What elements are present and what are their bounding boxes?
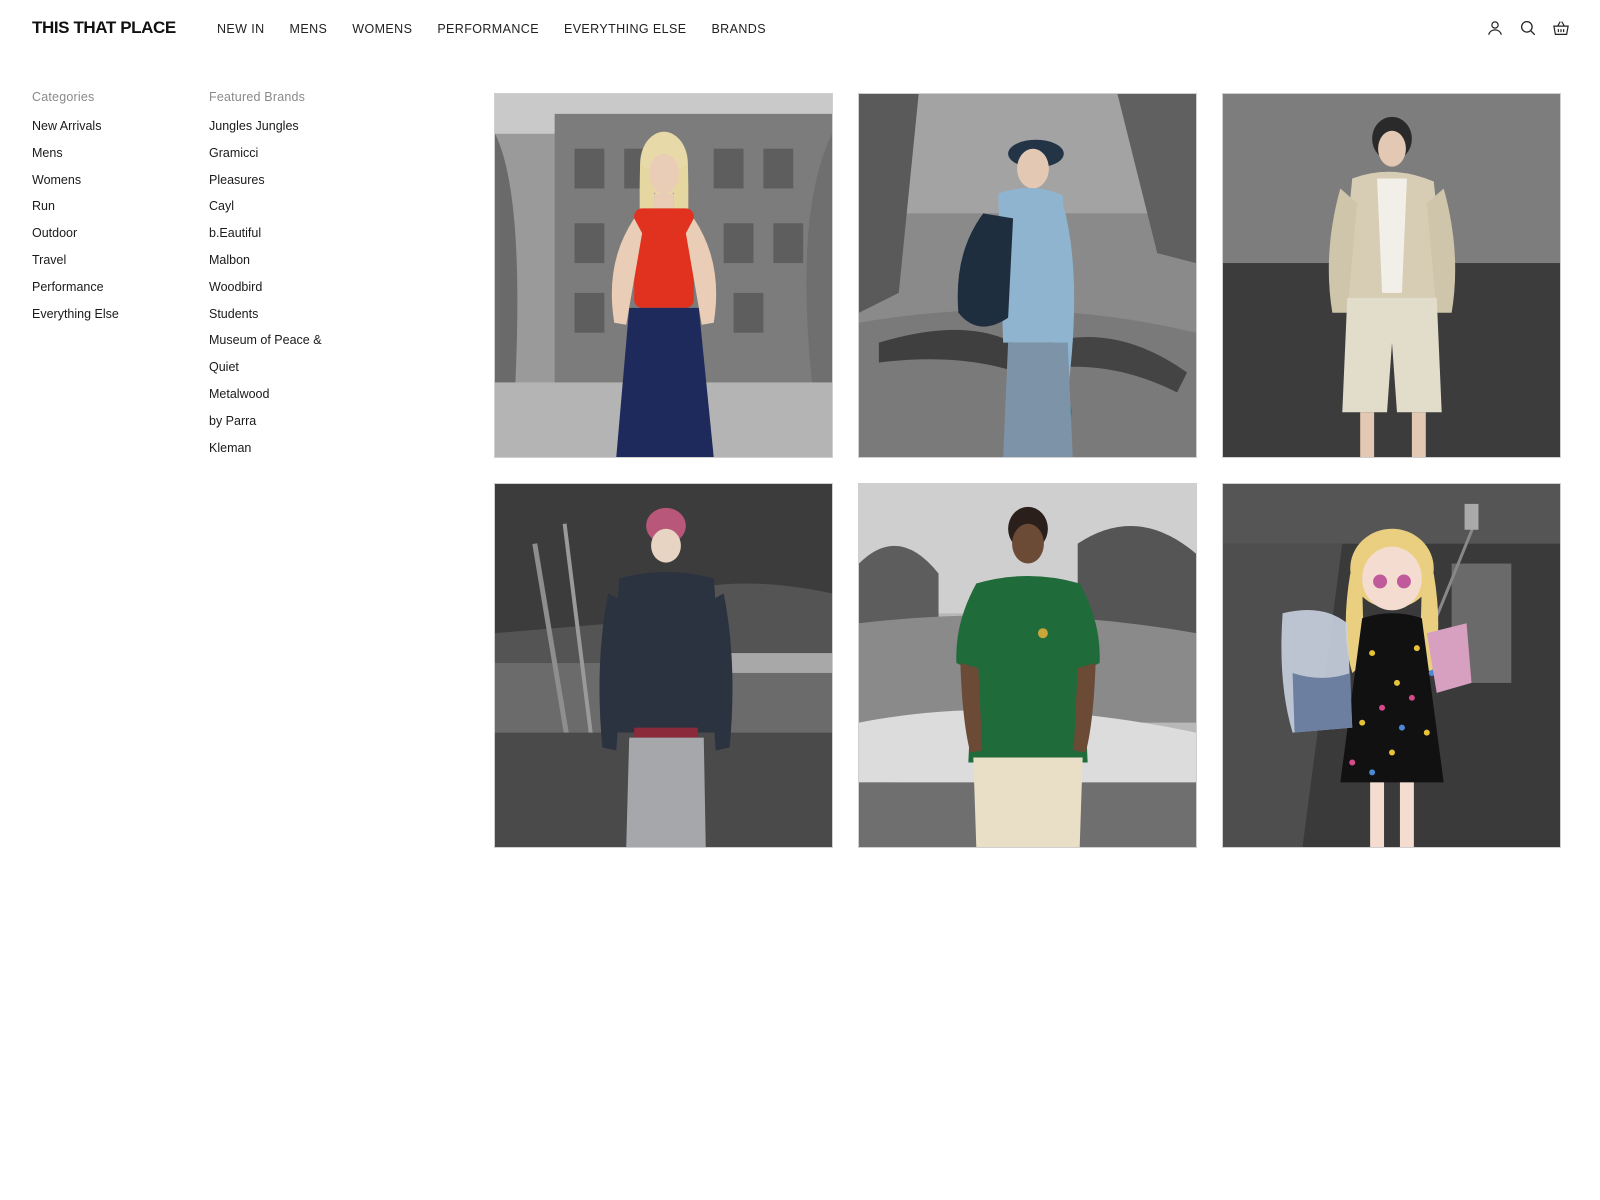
featured-image-tile[interactable] xyxy=(1222,483,1561,848)
brand-link[interactable]: Museum of Peace & xyxy=(209,333,409,360)
nav-everything-else[interactable]: EVERYTHING ELSE xyxy=(564,22,686,36)
category-link[interactable]: Everything Else xyxy=(32,307,192,334)
featured-image-tile[interactable] xyxy=(1222,93,1561,458)
brand-link[interactable]: Quiet xyxy=(209,360,409,387)
category-link[interactable]: New Arrivals xyxy=(32,119,192,146)
featured-brands-column: Featured Brands Jungles Jungles Gramicci… xyxy=(209,90,409,467)
brand-link[interactable]: by Parra xyxy=(209,414,409,441)
featured-image-tile[interactable] xyxy=(858,93,1197,458)
featured-image-tile[interactable] xyxy=(494,483,833,848)
brand-link[interactable]: Students xyxy=(209,307,409,334)
site-logo[interactable]: THIS THAT PLACE xyxy=(32,18,176,38)
featured-image-tile[interactable] xyxy=(858,483,1197,848)
brand-link[interactable]: Metalwood xyxy=(209,387,409,414)
featured-image-grid xyxy=(494,93,1561,848)
nav-brands[interactable]: BRANDS xyxy=(711,22,766,36)
category-link[interactable]: Run xyxy=(32,199,192,226)
category-link[interactable]: Performance xyxy=(32,280,192,307)
category-link[interactable]: Outdoor xyxy=(32,226,192,253)
main-nav: NEW IN MENS WOMENS PERFORMANCE EVERYTHIN… xyxy=(217,22,791,36)
brand-link[interactable]: Malbon xyxy=(209,253,409,280)
category-link[interactable]: Travel xyxy=(32,253,192,280)
nav-performance[interactable]: PERFORMANCE xyxy=(437,22,539,36)
brand-link[interactable]: Woodbird xyxy=(209,280,409,307)
basket-icon[interactable] xyxy=(1552,19,1570,37)
page: THIS THAT PLACE NEW IN MENS WOMENS PERFO… xyxy=(0,0,1600,1200)
nav-new-in[interactable]: NEW IN xyxy=(217,22,265,36)
header-icons xyxy=(1486,19,1570,37)
categories-list: New Arrivals Mens Womens Run Outdoor Tra… xyxy=(32,119,192,333)
search-icon[interactable] xyxy=(1519,19,1537,37)
brand-link[interactable]: Kleman xyxy=(209,441,409,468)
featured-image-tile[interactable] xyxy=(494,93,833,458)
category-link[interactable]: Mens xyxy=(32,146,192,173)
nav-womens[interactable]: WOMENS xyxy=(352,22,412,36)
brand-link[interactable]: Cayl xyxy=(209,199,409,226)
category-link[interactable]: Womens xyxy=(32,173,192,200)
nav-mens[interactable]: MENS xyxy=(290,22,328,36)
brand-link[interactable]: Pleasures xyxy=(209,173,409,200)
categories-column: Categories New Arrivals Mens Womens Run … xyxy=(32,90,192,333)
brand-link[interactable]: Gramicci xyxy=(209,146,409,173)
brand-link[interactable]: Jungles Jungles xyxy=(209,119,409,146)
brand-link[interactable]: b.Eautiful xyxy=(209,226,409,253)
featured-brands-heading: Featured Brands xyxy=(209,90,306,104)
site-header: THIS THAT PLACE NEW IN MENS WOMENS PERFO… xyxy=(0,0,1600,58)
categories-heading: Categories xyxy=(32,90,95,104)
account-icon[interactable] xyxy=(1486,19,1504,37)
featured-brands-list: Jungles Jungles Gramicci Pleasures Cayl … xyxy=(209,119,409,467)
